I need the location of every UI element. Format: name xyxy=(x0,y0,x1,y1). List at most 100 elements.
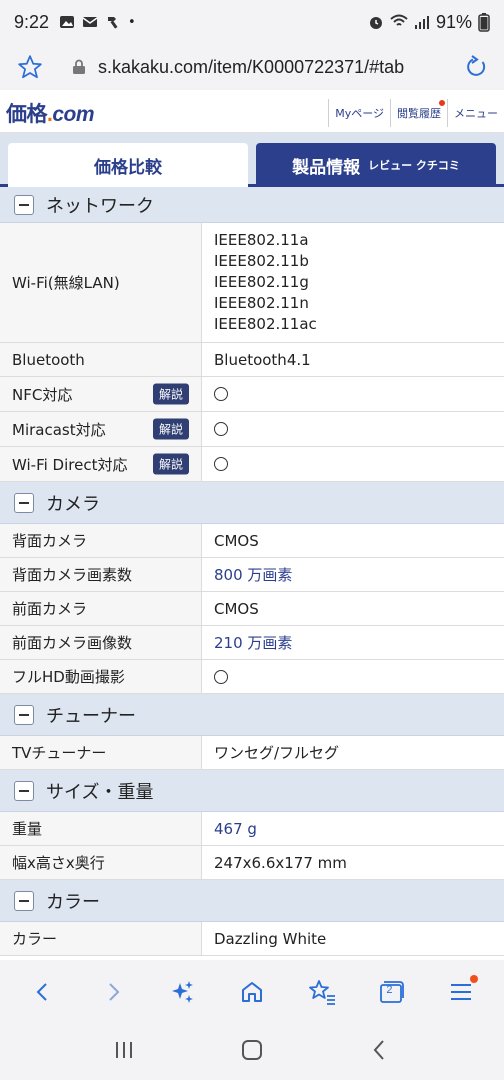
battery-percent: 91% xyxy=(435,11,472,32)
collapse-icon xyxy=(14,492,34,513)
browser-bottom-nav: 2 xyxy=(0,960,504,1024)
explain-badge[interactable]: 解説 xyxy=(152,418,189,440)
site-logo[interactable]: 価格.com xyxy=(0,98,95,128)
spec-row-wifidirect: Wi-Fi Direct対応 解説 xyxy=(0,447,504,482)
collapse-icon xyxy=(14,780,34,801)
spec-value: Bluetooth4.1 xyxy=(214,350,311,369)
bookmarks-button[interactable] xyxy=(297,967,347,1017)
recent-apps-icon xyxy=(116,1042,132,1058)
section-camera-header[interactable]: カメラ xyxy=(0,482,504,524)
spec-label: NFC対応 xyxy=(12,385,73,404)
spec-label: Wi-Fi Direct対応 xyxy=(12,455,128,474)
explain-badge[interactable]: 解説 xyxy=(152,453,189,475)
spec-label: 前面カメラ画像数 xyxy=(0,626,202,659)
ai-assist-button[interactable] xyxy=(157,967,207,1017)
site-header: 価格.com Myページ 閲覧履歴 メニュー xyxy=(0,93,504,133)
mail-icon xyxy=(82,17,98,27)
spec-value: 247x6.6x177 mm xyxy=(214,853,347,872)
supported-circle-icon xyxy=(214,422,228,436)
spec-row-nfc: NFC対応 解説 xyxy=(0,377,504,412)
spec-label: Bluetooth xyxy=(0,343,202,376)
spec-label: 幅x高さx奥行 xyxy=(0,846,202,879)
spec-label: TVチューナー xyxy=(0,736,202,769)
home-icon xyxy=(241,982,262,1002)
spec-row-front-pixels: 前面カメラ画像数 210 万画素 xyxy=(0,626,504,660)
spec-label: 前面カメラ xyxy=(0,592,202,625)
spec-value: CMOS xyxy=(214,531,259,550)
chevron-left-icon xyxy=(36,983,47,1001)
spec-value: IEEE802.11a IEEE802.11b IEEE802.11g IEEE… xyxy=(214,231,317,333)
spec-label: Miracast対応 xyxy=(12,420,106,439)
spec-label: Wi-Fi(無線LAN) xyxy=(0,223,202,342)
tab-count: 2 xyxy=(386,984,393,996)
spec-value: ワンセグ/フルセグ xyxy=(214,744,340,762)
supported-circle-icon xyxy=(214,457,228,471)
notification-dot-icon: • xyxy=(128,14,136,30)
spec-value: Dazzling White xyxy=(214,929,327,948)
url-field[interactable]: s.kakaku.com/item/K0000722371/#tab xyxy=(98,57,448,78)
reload-icon xyxy=(467,55,486,76)
wifi-icon xyxy=(390,14,408,26)
lock-icon xyxy=(73,59,85,74)
spec-row-fullhd: フルHD動画撮影 xyxy=(0,660,504,694)
bookmark-list-icon xyxy=(308,980,335,1005)
section-color-header[interactable]: カラー xyxy=(0,880,504,922)
spec-row-dimensions: 幅x高さx奥行 247x6.6x177 mm xyxy=(0,846,504,880)
bookmark-star-button[interactable] xyxy=(0,54,60,80)
spec-value-link[interactable]: 467 g xyxy=(202,812,504,845)
collapse-icon xyxy=(14,194,34,215)
signal-icon xyxy=(414,16,429,29)
spec-row-miracast: Miracast対応 解説 xyxy=(0,412,504,447)
forward-button[interactable] xyxy=(88,967,138,1017)
spec-label: フルHD動画撮影 xyxy=(0,660,202,693)
status-time: 9:22 xyxy=(14,11,50,32)
tabs-button[interactable]: 2 xyxy=(366,967,416,1017)
gallery-icon xyxy=(60,16,75,28)
sparkle-icon xyxy=(172,981,194,1003)
spec-label: 背面カメラ xyxy=(0,524,202,557)
chevron-right-icon xyxy=(108,983,119,1001)
system-home-button[interactable] xyxy=(240,1038,264,1066)
collapse-icon xyxy=(14,890,34,911)
tab-product-info[interactable]: 製品情報 レビュー クチコミ xyxy=(256,143,496,187)
spec-row-wifi: Wi-Fi(無線LAN) IEEE802.11a IEEE802.11b IEE… xyxy=(0,223,504,343)
tab-bar: 価格比較 製品情報 レビュー クチコミ xyxy=(0,133,504,187)
spec-row-tv-tuner: TVチューナー ワンセグ/フルセグ xyxy=(0,736,504,770)
supported-circle-icon xyxy=(214,387,228,401)
hammer-icon xyxy=(108,17,118,29)
reload-button[interactable] xyxy=(448,55,504,79)
link-menu[interactable]: メニュー xyxy=(447,98,504,127)
spec-row-weight: 重量 467 g xyxy=(0,812,504,846)
star-icon xyxy=(18,55,42,79)
recent-apps-button[interactable] xyxy=(112,1038,136,1066)
link-mypage[interactable]: Myページ xyxy=(328,98,390,127)
battery-icon xyxy=(478,13,490,32)
alarm-icon xyxy=(369,17,382,29)
menu-notification-dot xyxy=(470,975,479,983)
spec-value-link[interactable]: 800 万画素 xyxy=(202,558,504,591)
spec-row-color: カラー Dazzling White xyxy=(0,922,504,956)
spec-label: 重量 xyxy=(0,812,202,845)
menu-button[interactable] xyxy=(436,967,486,1017)
section-size-header[interactable]: サイズ・重量 xyxy=(0,770,504,812)
system-back-button[interactable] xyxy=(368,1038,392,1066)
system-nav-bar xyxy=(0,1024,504,1080)
back-chevron-icon xyxy=(373,1040,384,1060)
new-badge-dot xyxy=(439,99,445,106)
section-tuner-header[interactable]: チューナー xyxy=(0,694,504,736)
supported-circle-icon xyxy=(214,669,228,684)
spec-label: カラー xyxy=(0,922,202,955)
hamburger-menu-icon xyxy=(451,984,472,1000)
browser-url-bar: s.kakaku.com/item/K0000722371/#tab xyxy=(0,44,504,90)
status-bar: 9:22 • 91% xyxy=(0,0,504,44)
link-history[interactable]: 閲覧履歴 xyxy=(390,98,447,127)
spec-value-link[interactable]: 210 万画素 xyxy=(202,626,504,659)
home-button[interactable] xyxy=(227,967,277,1017)
tab-price-compare[interactable]: 価格比較 xyxy=(8,143,248,187)
spec-row-rear-pixels: 背面カメラ画素数 800 万画素 xyxy=(0,558,504,592)
header-links: Myページ 閲覧履歴 メニュー xyxy=(328,98,504,127)
explain-badge[interactable]: 解説 xyxy=(152,383,189,405)
back-button[interactable] xyxy=(18,967,68,1017)
section-network-header[interactable]: ネットワーク xyxy=(0,187,504,223)
spec-content: ネットワーク Wi-Fi(無線LAN) IEEE802.11a IEEE802.… xyxy=(0,187,504,960)
